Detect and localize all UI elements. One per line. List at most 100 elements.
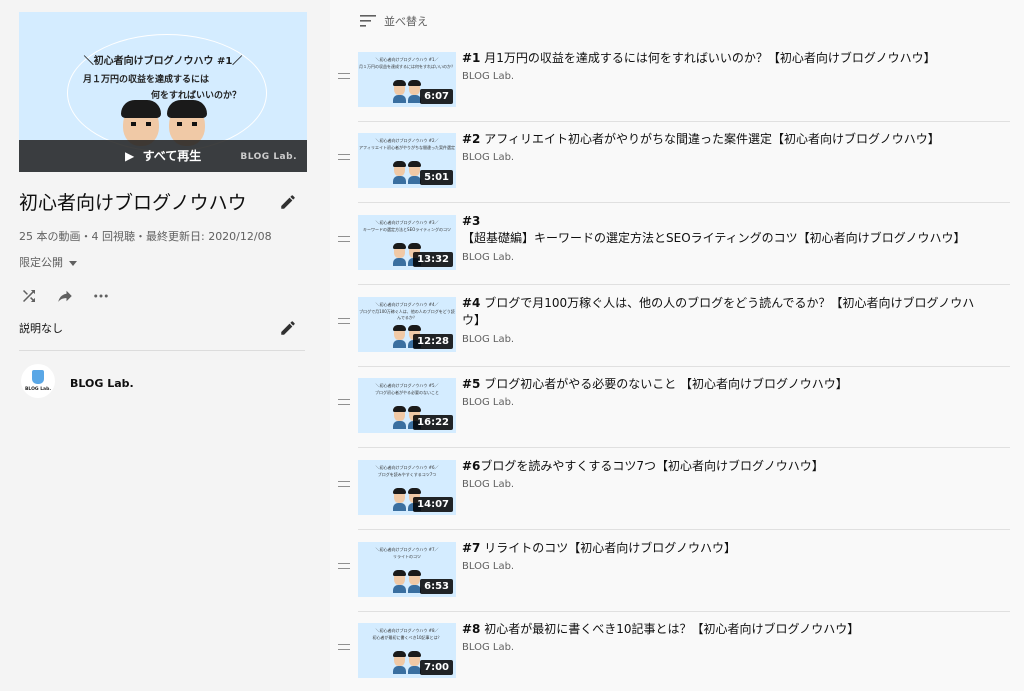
drag-handle-icon[interactable] xyxy=(338,318,350,324)
hero-subtitle-2: 何をすればいいのか？ xyxy=(151,91,242,101)
presenter-body xyxy=(393,176,406,184)
presenter-illustration xyxy=(408,80,421,95)
thumbnail-subtitle: 初心者が最初に書くべき10記事とは？ xyxy=(372,635,442,640)
video-thumbnail[interactable]: ＼初心者向けブログノウハウ #6／ ブログを読みやすくするコツ7つ 14:07 xyxy=(358,460,456,515)
video-title-link[interactable]: #5 ブログ初心者がやる必要のないこと 【初心者向けブログノウハウ】 xyxy=(462,376,982,393)
playlist-video-row[interactable]: ＼初心者向けブログノウハウ #2／ アフィリエイト初心者がやりがちな間違った案件選… xyxy=(330,121,1024,203)
play-all-row: ▶ すべて再生 xyxy=(125,147,201,164)
video-title: 【超基礎編】キーワードの選定方法とSEOライティングのコツ【初心者向けブログノウ… xyxy=(462,231,966,245)
video-title-link[interactable]: #8 初心者が最初に書くべき10記事とは？【初心者向けブログノウハウ】 xyxy=(462,621,982,638)
video-duration: 16:22 xyxy=(413,415,453,430)
video-title-link[interactable]: #2 アフィリエイト初心者がやりがちな間違った案件選定【初心者向けブログノウハウ… xyxy=(462,131,982,148)
edit-description-button[interactable] xyxy=(278,318,298,338)
video-duration: 6:07 xyxy=(420,89,453,104)
playlist-video-row[interactable]: ＼初心者向けブログノウハウ #8／ 初心者が最初に書くべき10記事とは？ 7:00 #… xyxy=(330,611,1024,691)
play-all-button[interactable]: ▶ すべて再生 BLOG Lab. xyxy=(19,140,307,172)
sort-button[interactable]: 並べ替え xyxy=(360,13,428,29)
video-title-link[interactable]: #4 ブログで月100万稼ぐ人は、他の人のブログをどう読んでるか？【初心者向けブ… xyxy=(462,295,982,329)
channel-name-link[interactable]: BLOG Lab. xyxy=(70,377,134,390)
channel-avatar[interactable]: BLOG Lab. xyxy=(21,364,55,398)
playlist-video-row[interactable]: ＼初心者向けブログノウハウ #5／ ブログ初心者がやる必要のないこと 16:22 #5… xyxy=(330,366,1024,448)
video-channel-link[interactable]: BLOG Lab. xyxy=(462,479,514,490)
playlist-video-row[interactable]: ＼初心者向けブログノウハウ #4／ ブログで月100万稼ぐ人は、他の人のブログをど… xyxy=(330,285,1024,367)
video-thumbnail[interactable]: ＼初心者向けブログノウハウ #5／ ブログ初心者がやる必要のないこと 16:22 xyxy=(358,378,456,433)
playlist-video-row[interactable]: ＼初心者向けブログノウハウ #1／ 月１万円の収益を達成するには何をすればいいのか… xyxy=(330,40,1024,122)
presenter-body xyxy=(408,585,421,593)
presenter-illustration xyxy=(408,161,421,176)
drag-handle-icon[interactable] xyxy=(338,154,350,160)
divider xyxy=(19,350,305,351)
drag-handle-icon[interactable] xyxy=(338,563,350,569)
video-thumbnail[interactable]: ＼初心者向けブログノウハウ #4／ ブログで月100万稼ぐ人は、他の人のブログをど… xyxy=(358,297,456,352)
playlist-video-row[interactable]: ＼初心者向けブログノウハウ #7／ リライトのコツ 6:53 #7 リライトのコツ【初… xyxy=(330,530,1024,612)
video-number: #2 xyxy=(462,132,481,146)
presenter-illustration xyxy=(408,570,421,585)
presenter-body xyxy=(393,421,406,429)
thumbnail-subtitle: リライトのコツ xyxy=(393,554,421,559)
video-channel-link[interactable]: BLOG Lab. xyxy=(462,334,514,345)
drag-handle-icon[interactable] xyxy=(338,73,350,79)
video-thumbnail[interactable]: ＼初心者向けブログノウハウ #1／ 月１万円の収益を達成するには何をすればいいのか… xyxy=(358,52,456,107)
playlist-video-row[interactable]: ＼初心者向けブログノウハウ #3／ キーワードの選定方法とSEOライティングのコツ… xyxy=(330,203,1024,285)
video-title-link[interactable]: #3 【超基礎編】キーワードの選定方法とSEOライティングのコツ【初心者向けブロ… xyxy=(462,213,982,247)
video-title-link[interactable]: #1 月1万円の収益を達成するには何をすればいいのか？【初心者向けブログノウハウ… xyxy=(462,50,982,67)
privacy-dropdown[interactable]: 限定公開 xyxy=(19,254,77,270)
playlist-actions xyxy=(19,286,111,306)
video-channel-link[interactable]: BLOG Lab. xyxy=(462,252,514,263)
share-button[interactable] xyxy=(55,286,75,306)
caret-down-icon xyxy=(69,260,77,266)
video-number: #5 xyxy=(462,377,481,391)
thumbnail-heading: ＼初心者向けブログノウハウ #1／ xyxy=(375,57,439,62)
thumbnail-subtitle: ブログを読みやすくするコツ7つ xyxy=(377,472,437,477)
hero-watermark: BLOG Lab. xyxy=(240,152,297,162)
more-options-button[interactable] xyxy=(91,286,111,306)
edit-title-button[interactable] xyxy=(278,192,298,212)
playlist-title: 初心者向けブログノウハウ xyxy=(19,192,247,214)
pencil-icon xyxy=(281,195,295,209)
video-channel-link[interactable]: BLOG Lab. xyxy=(462,71,514,82)
video-thumbnail[interactable]: ＼初心者向けブログノウハウ #2／ アフィリエイト初心者がやりがちな間違った案件選… xyxy=(358,133,456,188)
video-number: #6 xyxy=(462,459,481,473)
video-duration: 7:00 xyxy=(420,660,453,675)
thumbnail-subtitle: 月１万円の収益を達成するには何をすればいいのか？ xyxy=(359,64,455,69)
video-channel-link[interactable]: BLOG Lab. xyxy=(462,152,514,163)
thumbnail-subtitle: アフィリエイト初心者がやりがちな間違った案件選定 xyxy=(359,145,455,150)
hero-subtitle-1: 月１万円の収益を達成するには xyxy=(83,75,210,85)
video-channel-link[interactable]: BLOG Lab. xyxy=(462,561,514,572)
shuffle-button[interactable] xyxy=(19,286,39,306)
video-thumbnail[interactable]: ＼初心者向けブログノウハウ #3／ キーワードの選定方法とSEOライティングのコツ… xyxy=(358,215,456,270)
presenter-body xyxy=(393,585,406,593)
video-duration: 12:28 xyxy=(413,334,453,349)
drag-handle-icon[interactable] xyxy=(338,481,350,487)
video-title-link[interactable]: #6ブログを読みやすくするコツ7つ【初心者向けブログノウハウ】 xyxy=(462,458,982,475)
flask-icon xyxy=(32,370,44,384)
presenter-body xyxy=(393,340,406,348)
drag-handle-icon[interactable] xyxy=(338,644,350,650)
video-title: リライトのコツ【初心者向けブログノウハウ】 xyxy=(480,541,736,555)
thumbnail-heading: ＼初心者向けブログノウハウ #8／ xyxy=(375,628,439,633)
drag-handle-icon[interactable] xyxy=(338,399,350,405)
video-thumbnail[interactable]: ＼初心者向けブログノウハウ #7／ リライトのコツ 6:53 xyxy=(358,542,456,597)
video-channel-link[interactable]: BLOG Lab. xyxy=(462,397,514,408)
presenter-illustration xyxy=(393,161,406,176)
video-thumbnail[interactable]: ＼初心者向けブログノウハウ #8／ 初心者が最初に書くべき10記事とは？ 7:00 xyxy=(358,623,456,678)
playlist-hero-thumbnail[interactable]: ＼初心者向けブログノウハウ #1／ 月１万円の収益を達成するには 何をすればいい… xyxy=(19,12,307,172)
video-title: ブログ初心者がやる必要のないこと 【初心者向けブログノウハウ】 xyxy=(480,377,848,391)
privacy-label: 限定公開 xyxy=(19,256,63,269)
video-number: #7 xyxy=(462,541,481,555)
video-title-link[interactable]: #7 リライトのコツ【初心者向けブログノウハウ】 xyxy=(462,540,982,557)
presenter-body xyxy=(408,176,421,184)
video-duration: 6:53 xyxy=(420,579,453,594)
video-number: #4 xyxy=(462,296,481,310)
presenter-body xyxy=(408,95,421,103)
playlist-video-row[interactable]: ＼初心者向けブログノウハウ #6／ ブログを読みやすくするコツ7つ 14:07 #6ブ… xyxy=(330,448,1024,530)
video-list-panel: 並べ替え ＼初心者向けブログノウハウ #1／ 月１万円の収益を達成するには何をすれ… xyxy=(330,0,1024,691)
thumbnail-heading: ＼初心者向けブログノウハウ #6／ xyxy=(375,465,439,470)
video-duration: 5:01 xyxy=(420,170,453,185)
thumbnail-heading: ＼初心者向けブログノウハウ #4／ xyxy=(375,302,439,307)
video-channel-link[interactable]: BLOG Lab. xyxy=(462,642,514,653)
drag-handle-icon[interactable] xyxy=(338,236,350,242)
presenter-body xyxy=(393,95,406,103)
video-title: 初心者が最初に書くべき10記事とは？【初心者向けブログノウハウ】 xyxy=(480,622,860,636)
playlist-sidebar: ＼初心者向けブログノウハウ #1／ 月１万円の収益を達成するには 何をすればいい… xyxy=(0,0,330,691)
